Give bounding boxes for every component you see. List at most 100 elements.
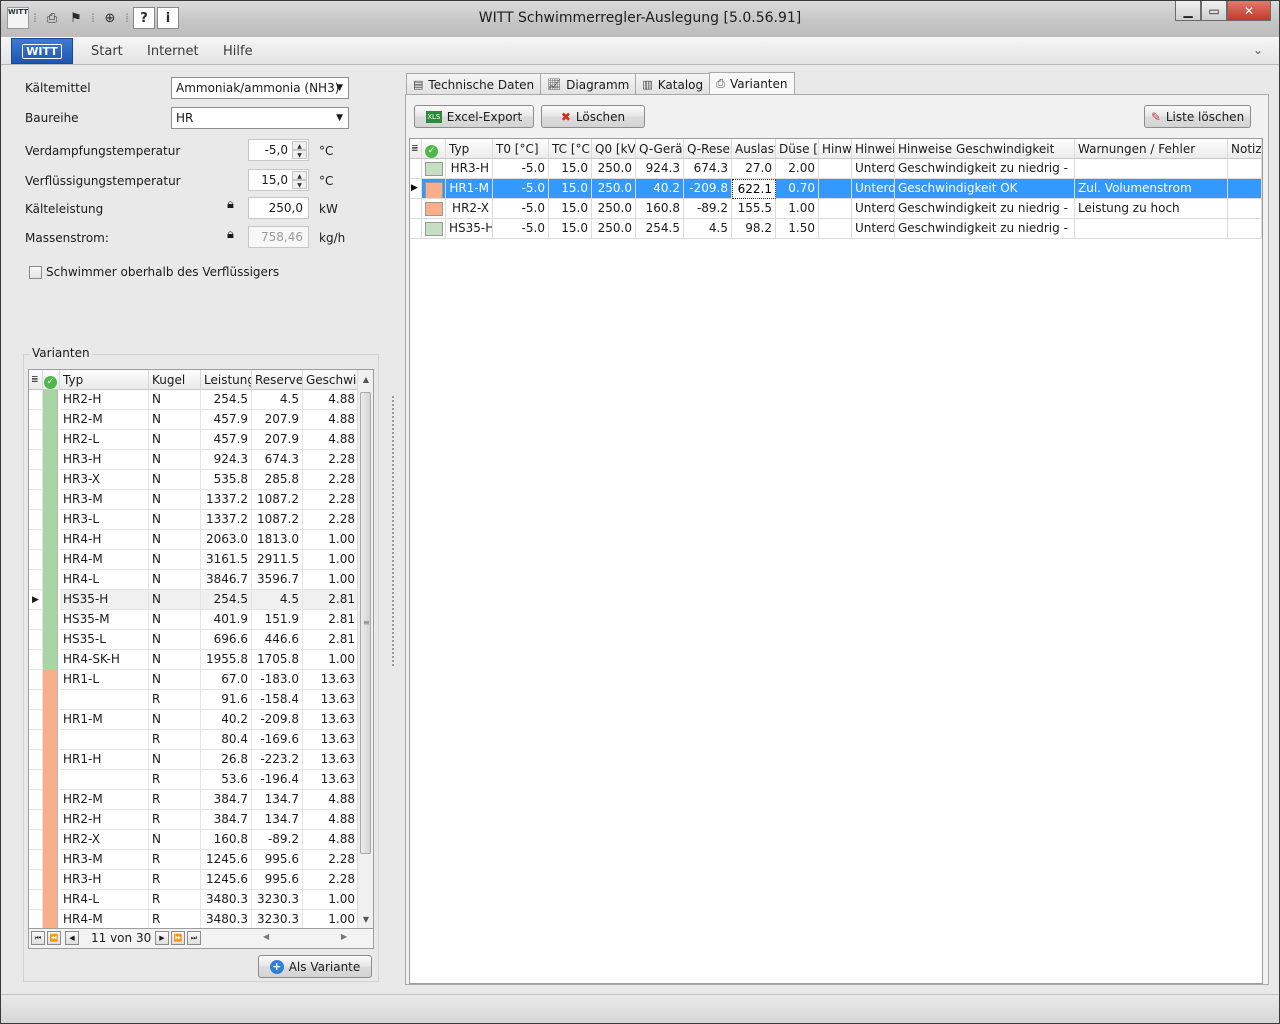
row-indicator[interactable] (29, 530, 43, 550)
ribbon-tab-start[interactable]: Start (91, 44, 123, 59)
row-indicator[interactable] (29, 470, 43, 490)
ribbon-tab-help[interactable]: Hilfe (223, 44, 253, 59)
row-indicator[interactable] (29, 490, 43, 510)
next-record-icon[interactable]: ▶ (155, 931, 169, 945)
previous-page-icon[interactable]: ⏪ (47, 931, 61, 945)
condensing-temp-spinner[interactable]: 15,0 ▲ ▼ (248, 169, 309, 191)
clear-list-button[interactable]: ✎ Liste löschen (1144, 105, 1251, 128)
row-indicator[interactable] (29, 570, 43, 590)
variant-row[interactable]: HR2-L N 457.9 207.9 4.88 (29, 430, 359, 450)
lock-icon[interactable]: 🔒︎ (227, 227, 234, 242)
variant-row[interactable]: HR4-L N 3846.7 3596.7 1.00 (29, 570, 359, 590)
column-header-geschwindigkeit[interactable]: Geschwi (303, 370, 359, 390)
capacity-field[interactable]: 250,0 (248, 197, 309, 219)
column-chooser-icon[interactable]: ≣ (410, 139, 422, 159)
tab-catalog[interactable]: ▥ Katalog (635, 73, 711, 95)
column-header-q-reserve[interactable]: Q-Reser (684, 139, 732, 159)
variant-row[interactable]: HS35-L N 696.6 446.6 2.81 (29, 630, 359, 650)
variants-results-grid[interactable]: ≣ ✓ Typ T0 [°C] TC [°C Q0 [kV Q-Gerät Q-Reser Au… (409, 138, 1263, 984)
column-header-reserve[interactable]: Reserve (252, 370, 303, 390)
scroll-right-icon[interactable]: ▶ (341, 932, 347, 941)
scroll-left-icon[interactable]: ◀ (263, 932, 269, 941)
float-above-condenser-checkbox[interactable] (29, 265, 42, 279)
evaporation-temp-spinner[interactable]: -5,0 ▲ ▼ (248, 139, 309, 161)
spin-up-icon[interactable]: ▲ (292, 171, 307, 180)
variant-row[interactable]: HR3-M R 1245.6 995.6 2.28 (29, 850, 359, 870)
variant-row[interactable]: HR3-L N 1337.2 1087.2 2.28 (29, 510, 359, 530)
row-indicator[interactable] (29, 450, 43, 470)
row-indicator[interactable] (29, 670, 43, 690)
app-menu-button[interactable]: WITT (11, 38, 73, 64)
variant-row[interactable]: HR2-X N 160.8 -89.2 4.88 (29, 830, 359, 850)
result-row[interactable]: HR3-H -5.0 15.0 250.0 924.3 674.3 27.0 2.00 Unte… (410, 159, 1262, 179)
float-above-condenser-option[interactable]: Schwimmer oberhalb des Verflüssigers (29, 265, 279, 279)
spin-down-icon[interactable]: ▼ (292, 180, 307, 189)
column-header-hinweise-2[interactable]: Hinwei (852, 139, 895, 159)
variants-list-scrollbar[interactable]: ▲ ≡ ▼ (357, 370, 373, 928)
tab-technical-data[interactable]: ▤ Technische Daten (406, 73, 542, 95)
current-row-indicator-icon[interactable]: ▶ (410, 179, 422, 199)
ribbon-tab-internet[interactable]: Internet (147, 44, 199, 59)
row-indicator[interactable] (29, 910, 43, 928)
variant-row[interactable]: HR2-M N 457.9 207.9 4.88 (29, 410, 359, 430)
variant-row[interactable]: HR1-H N 26.8 -223.2 13.63 (29, 750, 359, 770)
row-indicator[interactable] (29, 870, 43, 890)
refrigerant-select[interactable]: Ammoniak/ammonia (NH3) ▼ (171, 77, 349, 99)
variant-row[interactable]: HR4-M R 3480.3 3230.3 1.00 (29, 910, 359, 928)
column-header-hinweise-1[interactable]: Hinw (819, 139, 852, 159)
spinner-buttons[interactable]: ▲ ▼ (292, 141, 307, 159)
row-indicator[interactable] (410, 199, 422, 219)
column-header-leistung[interactable]: Leistung (201, 370, 252, 390)
column-header-kugel[interactable]: Kugel (149, 370, 201, 390)
row-indicator[interactable] (29, 790, 43, 810)
column-header-tc[interactable]: TC [°C (549, 139, 592, 159)
row-indicator[interactable] (29, 890, 43, 910)
row-indicator[interactable] (410, 159, 422, 179)
column-header-q0[interactable]: Q0 [kV (592, 139, 636, 159)
variant-row[interactable]: HR2-H N 254.5 4.5 4.88 (29, 390, 359, 410)
variant-row[interactable]: ▶ HS35-H N 254.5 4.5 2.81 (29, 590, 359, 610)
row-indicator[interactable] (29, 410, 43, 430)
result-row[interactable]: ▶ HR1-M -5.0 15.0 250.0 40.2 -209.8 622.1 0.70 Un… (410, 179, 1262, 199)
variant-row[interactable]: HR1-M N 40.2 -209.8 13.63 (29, 710, 359, 730)
add-as-variant-button[interactable]: + Als Variante (258, 955, 372, 978)
row-indicator[interactable] (29, 610, 43, 630)
row-indicator[interactable] (29, 750, 43, 770)
lock-icon[interactable]: 🔒︎ (227, 197, 234, 212)
result-row[interactable]: HR2-X -5.0 15.0 250.0 160.8 -89.2 155.5 1.00 Unt… (410, 199, 1262, 219)
row-indicator[interactable] (29, 630, 43, 650)
scroll-up-icon[interactable]: ▲ (358, 372, 373, 388)
ribbon-collapse-icon[interactable]: ⌄ (1253, 43, 1263, 57)
variant-row[interactable]: HR2-M R 384.7 134.7 4.88 (29, 790, 359, 810)
variant-row[interactable]: R 53.6 -196.4 13.63 (29, 770, 359, 790)
spinner-buttons[interactable]: ▲ ▼ (292, 171, 307, 189)
variant-row[interactable]: HR4-L R 3480.3 3230.3 1.00 (29, 890, 359, 910)
row-indicator[interactable] (29, 430, 43, 450)
panel-splitter[interactable] (392, 396, 394, 666)
next-page-icon[interactable]: ⏩ (171, 931, 185, 945)
result-row[interactable]: HS35-H -5.0 15.0 250.0 254.5 4.5 98.2 1.50 Unter… (410, 219, 1262, 239)
variant-row[interactable]: HS35-M N 401.9 151.9 2.81 (29, 610, 359, 630)
column-header-typ[interactable]: Typ (446, 139, 493, 159)
variant-row[interactable]: HR3-H R 1245.6 995.6 2.28 (29, 870, 359, 890)
scroll-down-icon[interactable]: ▼ (358, 912, 373, 928)
column-header-t0[interactable]: T0 [°C] (493, 139, 549, 159)
variant-row[interactable]: R 80.4 -169.6 13.63 (29, 730, 359, 750)
series-select[interactable]: HR ▼ (171, 107, 349, 129)
column-header-duese[interactable]: Düse [ (776, 139, 819, 159)
variant-row[interactable]: R 91.6 -158.4 13.63 (29, 690, 359, 710)
variant-row[interactable]: HR4-SK-H N 1955.8 1705.8 1.00 (29, 650, 359, 670)
scroll-thumb[interactable]: ≡ (360, 392, 371, 854)
maximize-button[interactable]: ▭ (1201, 1, 1227, 21)
variant-row[interactable]: HR1-L N 67.0 -183.0 13.63 (29, 670, 359, 690)
column-header-notiz[interactable]: Notiz (1228, 139, 1262, 159)
current-row-indicator-icon[interactable]: ▶ (29, 590, 43, 610)
last-record-icon[interactable]: ⏭ (187, 931, 201, 945)
row-indicator[interactable] (29, 730, 43, 750)
row-indicator[interactable] (29, 850, 43, 870)
column-header-auslast[interactable]: Auslast (732, 139, 776, 159)
row-indicator[interactable] (29, 810, 43, 830)
massflow-field[interactable]: 758,46 (248, 226, 309, 248)
minimize-button[interactable]: ▁ (1175, 1, 1201, 21)
variant-row[interactable]: HR2-H R 384.7 134.7 4.88 (29, 810, 359, 830)
